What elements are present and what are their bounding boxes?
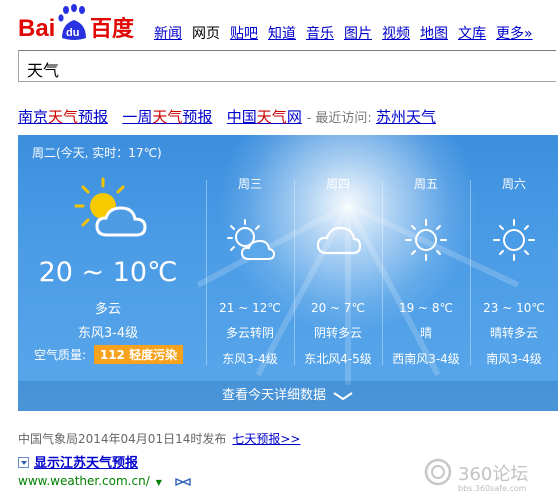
today-panel: 20 ~ 10℃ 多云 东风3-4级 空气质量: 112 轻度污染	[18, 165, 198, 375]
today-label: 周二(今天, 实时：17℃)	[32, 146, 162, 160]
top-nav: 新闻 网页 贴吧 知道 音乐 图片 视频 地图 文库 更多»	[154, 23, 543, 43]
forecast-temperature: 19 ~ 8℃	[398, 301, 454, 315]
forecast-day-name: 周三	[237, 177, 262, 191]
forecast-day: 周六 23 ~ 10℃ 晴转多云 南风3-4级	[470, 175, 558, 367]
today-wind: 东风3-4级	[77, 326, 139, 341]
result-url: www.weather.com.cn/ ▼	[18, 474, 192, 488]
result-link-week[interactable]: 一周天气预报	[122, 108, 212, 126]
watermark-brand: 360论坛	[458, 464, 528, 485]
forecast-condition: 阴转多云	[313, 326, 362, 340]
air-quality-badge[interactable]: 112 轻度污染	[93, 345, 184, 364]
nav-more[interactable]: 更多»	[496, 23, 533, 43]
forecast-wind: 西南风3-4级	[392, 352, 460, 366]
forecast-wind: 南风3-4级	[486, 352, 542, 366]
sun-cloud-icon	[227, 219, 275, 260]
air-quality: 空气质量: 112 轻度污染	[34, 345, 184, 364]
search-input[interactable]: 天气	[18, 50, 556, 82]
today-temperature: 20 ~ 10℃	[38, 257, 178, 288]
watermark-domain: bbs.360safe.com	[458, 484, 527, 493]
nav-tieba[interactable]: 贴吧	[230, 23, 258, 43]
today-detail-label: 查看今天详细数据	[221, 388, 326, 403]
forecast-condition: 晴	[419, 326, 432, 340]
forecast-day: 周五 19 ~ 8℃ 晴 西南风3-4级	[382, 175, 470, 367]
nav-news[interactable]: 新闻	[154, 23, 182, 43]
nav-zhidao[interactable]: 知道	[268, 23, 296, 43]
air-quality-label: 空气质量:	[34, 348, 90, 362]
logo-text-left: Bai	[18, 15, 55, 42]
forecast-day-name: 周五	[413, 177, 438, 191]
forecast-temperature: 20 ~ 7℃	[310, 301, 366, 315]
logo-text-paw: du	[66, 27, 79, 39]
partly-cloudy-icon	[74, 177, 147, 237]
result-link-china[interactable]: 中国天气网	[227, 108, 302, 126]
forecast-day: 周三 21 ~ 12℃ 多云转阴 东风3-4级	[206, 175, 294, 367]
nav-wenku[interactable]: 文库	[458, 23, 486, 43]
nav-map[interactable]: 地图	[420, 23, 448, 43]
chevron-down-icon	[333, 391, 353, 400]
forecast-day-name: 周六	[501, 177, 526, 191]
forecast-temperature: 21 ~ 12℃	[219, 301, 281, 315]
forecast-condition: 晴转多云	[489, 326, 538, 340]
show-province-forecast: 显示江苏天气预报	[18, 452, 138, 471]
recent-visit-label: - 最近访问:	[306, 111, 376, 126]
header: Bai du 百度 新闻 网页 贴吧 知道 音乐 图片 视频 地图 文库 更多»	[0, 0, 560, 48]
recent-visit-link[interactable]: 苏州天气	[376, 108, 436, 126]
forecast-wind: 东风3-4级	[222, 352, 278, 366]
nav-video[interactable]: 视频	[382, 23, 410, 43]
today-detail-button[interactable]: 查看今天详细数据	[18, 381, 558, 411]
sun-icon	[405, 219, 447, 261]
today-condition: 多云	[94, 302, 121, 317]
source-text: 中国气象局2014年04月01日14时发布	[18, 432, 227, 446]
show-province-link[interactable]: 显示江苏天气预报	[34, 456, 138, 471]
forecast-temperature: 23 ~ 10℃	[483, 301, 545, 315]
forecast-wind: 东北风4-5级	[304, 352, 372, 366]
cloud-icon	[316, 226, 362, 255]
nav-images[interactable]: 图片	[344, 23, 372, 43]
forecast-day-name: 周四	[325, 177, 350, 191]
expand-toggle-icon[interactable]	[18, 457, 29, 468]
nav-web[interactable]: 网页	[192, 23, 220, 43]
result-title: 南京天气预报 一周天气预报 中国天气网 - 最近访问: 苏州天气	[18, 106, 436, 127]
watermark-logo: 360论坛 bbs.360safe.com	[424, 458, 528, 493]
bow-icon	[175, 477, 191, 486]
sun-icon	[493, 219, 535, 261]
source-line: 中国气象局2014年04月01日14时发布 七天预报>>	[18, 430, 300, 447]
seven-day-forecast-link[interactable]: 七天预报>>	[232, 432, 300, 446]
forecast-day: 周四 20 ~ 7℃ 阴转多云 东北风4-5级	[294, 175, 382, 367]
forecast-condition: 多云转阴	[225, 326, 274, 340]
baidu-logo[interactable]: Bai du 百度	[18, 2, 138, 44]
nav-music[interactable]: 音乐	[306, 23, 334, 43]
result-link-nanjing[interactable]: 南京天气预报	[18, 108, 108, 126]
weather-card: 周二(今天, 实时：17℃) 20 ~ 10℃ 多云 东风3-4级 空气质量: …	[18, 135, 558, 411]
logo-text-right: 百度	[90, 16, 135, 42]
url-dropdown-icon[interactable]: ▼	[156, 478, 162, 487]
result-url-text: www.weather.com.cn/	[18, 474, 150, 488]
